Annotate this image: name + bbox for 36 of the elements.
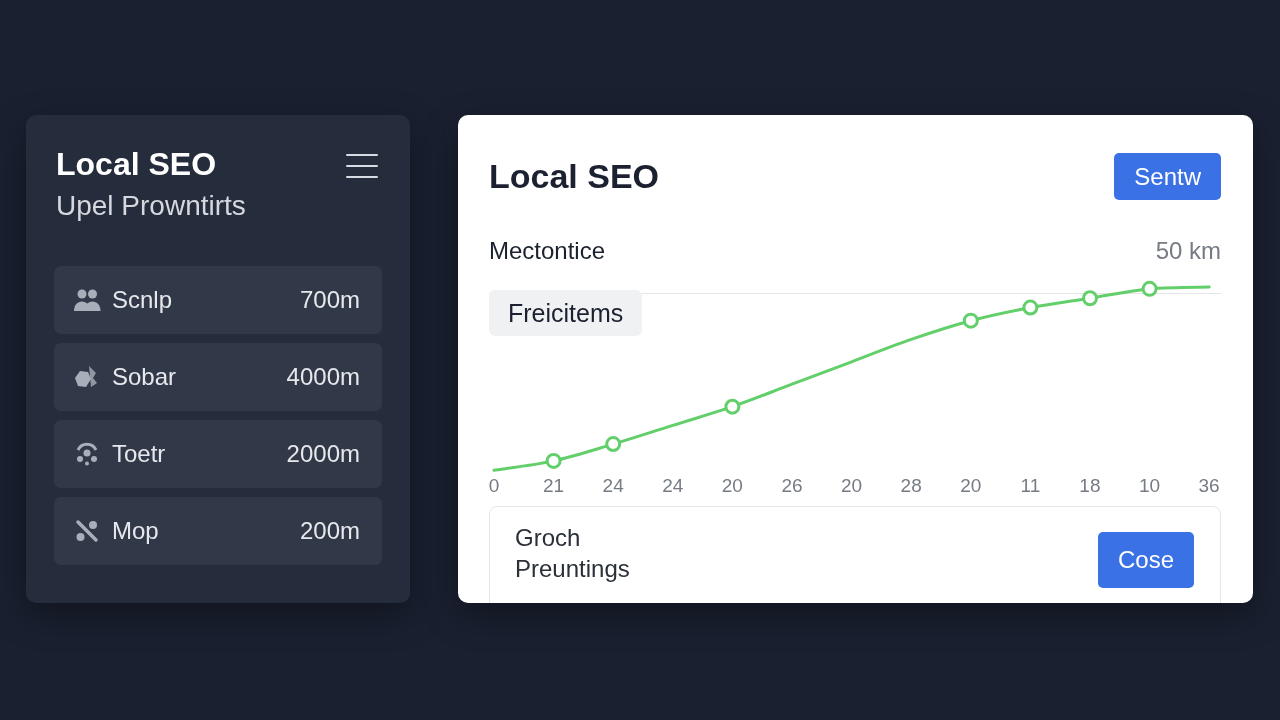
item-label: Toetr <box>112 439 167 469</box>
item-label: Scnlp <box>112 285 174 315</box>
metric-label: Mectontice <box>489 236 606 266</box>
card-title: Local SEO <box>489 156 660 197</box>
sidebar-subtitle: Upel Prowntirts <box>56 189 246 223</box>
item-value: 200m <box>299 516 360 546</box>
sidebar-title: Local SEO <box>56 145 218 184</box>
item-value: 4000m <box>286 362 360 392</box>
axis-label: 20 <box>960 474 982 499</box>
axis-label: 18 <box>1079 474 1101 499</box>
axis-label: 24 <box>662 474 684 499</box>
axis-label: 10 <box>1138 474 1161 499</box>
axis-label: 21 <box>543 474 565 499</box>
people-icon <box>73 288 101 312</box>
primary-button[interactable]: Sentw <box>1114 153 1221 200</box>
axis-label: 24 <box>602 474 624 499</box>
item-value: 700m <box>299 285 360 315</box>
menu-icon[interactable] <box>346 153 378 179</box>
axis-label: 0 <box>488 474 500 499</box>
item-value: 2000m <box>286 439 360 469</box>
metric-value: 50 km <box>1155 236 1221 266</box>
axis-label: 20 <box>721 474 743 499</box>
axis-label: 20 <box>841 474 863 499</box>
sidebar-item[interactable]: Toetr 2000m <box>54 420 382 488</box>
primary-button[interactable]: Cose <box>1097 532 1194 589</box>
axis-label: 26 <box>781 474 803 499</box>
axis-label: 36 <box>1198 474 1220 499</box>
sidebar-item[interactable]: Scnlp 700m <box>54 266 382 334</box>
axis-label: 11 <box>1020 474 1041 499</box>
footer-text: Groch Preuntings <box>515 523 631 585</box>
sidebar-item[interactable]: Mop 200m <box>54 497 382 565</box>
axis-label: 28 <box>900 474 922 499</box>
slash-dots-icon <box>73 519 101 543</box>
sidebar-item[interactable]: Sobar 4000m <box>54 343 382 411</box>
item-label: Mop <box>112 516 160 546</box>
item-label: Sobar <box>112 362 178 392</box>
